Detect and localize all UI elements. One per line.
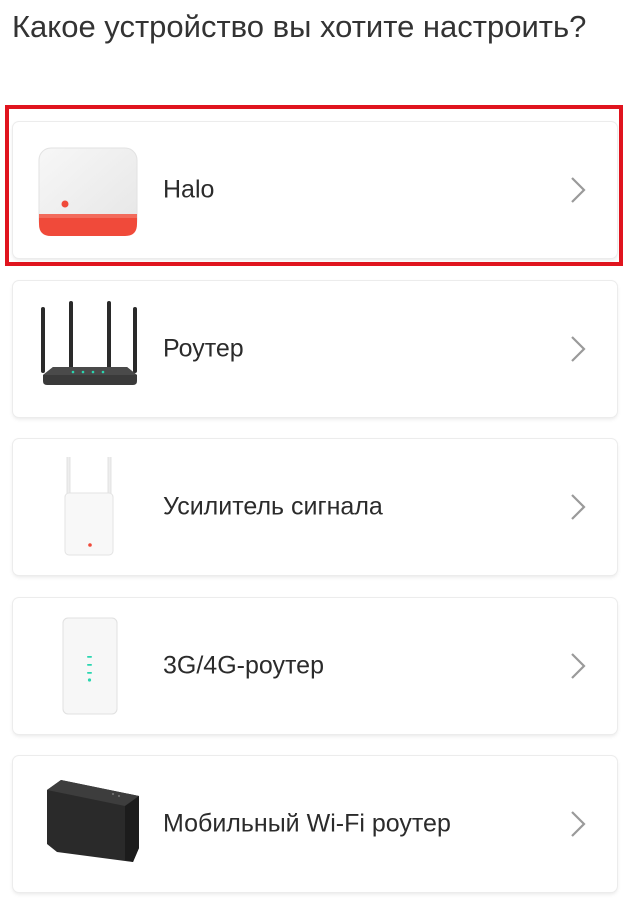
- range-extender-icon: [64, 457, 114, 556]
- page-title: Какое устройство вы хотите настроить?: [12, 9, 587, 44]
- halo-device-icon: [38, 147, 138, 236]
- device-option-router[interactable]: Роутер: [13, 281, 617, 417]
- chevron-right-icon: [571, 653, 586, 679]
- device-option-label: Halo: [163, 175, 215, 204]
- lte-router-icon: [62, 617, 118, 715]
- device-option-label: Усилитель сигнала: [163, 492, 383, 521]
- router-device-icon: [41, 301, 137, 385]
- chevron-right-icon: [571, 811, 586, 837]
- device-option-label: Роутер: [163, 334, 244, 363]
- chevron-right-icon: [571, 177, 586, 203]
- chevron-right-icon: [571, 336, 586, 362]
- device-option-halo[interactable]: Halo: [13, 122, 617, 258]
- device-option-label: Мобильный Wi-Fi роутер: [163, 809, 451, 838]
- mobile-wifi-router-icon: [47, 780, 139, 862]
- device-option-label: 3G/4G-роутер: [163, 651, 324, 680]
- device-option-lte-router[interactable]: 3G/4G-роутер: [13, 598, 617, 734]
- device-option-range-extender[interactable]: Усилитель сигнала: [13, 439, 617, 575]
- device-option-mobile-wifi-router[interactable]: Мобильный Wi-Fi роутер: [13, 756, 617, 892]
- chevron-right-icon: [571, 494, 586, 520]
